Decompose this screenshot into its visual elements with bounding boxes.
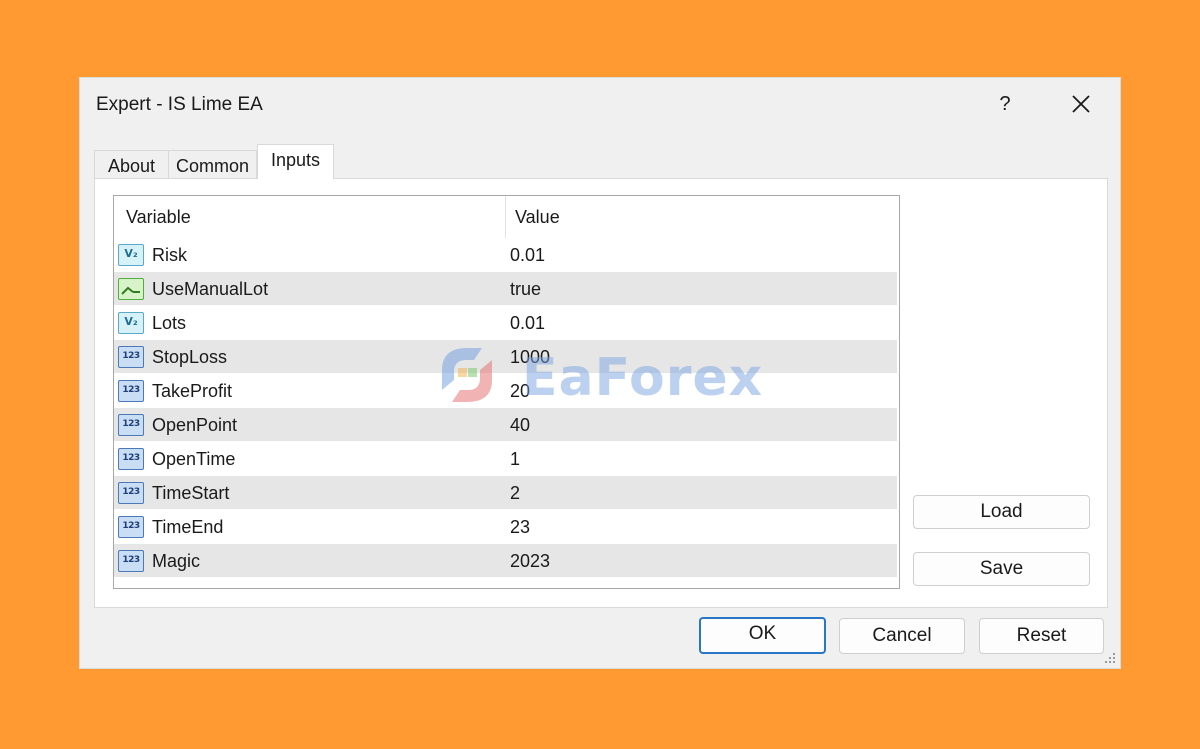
inputs-table[interactable]: Variable Value V₂ Risk 0.01 UseManualLot… [113,195,900,589]
int-type-icon: 123 [118,380,144,402]
tab-common[interactable]: Common [168,150,257,178]
int-type-icon: 123 [118,346,144,368]
int-type-icon: 123 [118,448,144,470]
variable-name: OpenPoint [152,415,238,435]
variable-name: TimeStart [152,483,230,503]
variable-name: UseManualLot [152,279,269,299]
table-row[interactable]: UseManualLot true [114,272,897,306]
int-type-icon: 123 [118,550,144,572]
table-row[interactable]: V₂ Lots 0.01 [114,306,897,340]
cancel-button[interactable]: Cancel [839,618,965,654]
tab-inputs[interactable]: Inputs [257,144,334,179]
table-row[interactable]: 123 TimeStart 2 [114,476,897,510]
column-header-value[interactable]: Value [515,196,560,238]
variable-value[interactable]: 2023 [510,544,550,578]
table-row[interactable]: 123 TimeEnd 23 [114,510,897,544]
variable-name: TakeProfit [152,381,233,401]
variable-name: Magic [152,551,201,571]
variable-value[interactable]: 0.01 [510,306,545,340]
variable-value[interactable]: 2 [510,476,520,510]
expert-dialog: Expert - IS Lime EA ? About Common Input… [79,77,1121,669]
bool-type-icon [118,278,144,300]
tab-about[interactable]: About [94,150,169,178]
variable-value[interactable]: 23 [510,510,530,544]
ok-button[interactable]: OK [699,617,826,654]
variable-value[interactable]: 1000 [510,340,550,374]
double-type-icon: V₂ [118,312,144,334]
variable-value[interactable]: true [510,272,541,306]
int-type-icon: 123 [118,516,144,538]
int-type-icon: 123 [118,482,144,504]
window-title: Expert - IS Lime EA [96,94,263,115]
double-type-icon: V₂ [118,244,144,266]
title-bar[interactable]: Expert - IS Lime EA ? [80,78,1120,130]
column-divider[interactable] [505,196,506,238]
variable-name: OpenTime [152,449,236,469]
variable-value[interactable]: 0.01 [510,238,545,272]
variable-name: Lots [152,313,187,333]
table-row[interactable]: 123 StopLoss 1000 [114,340,897,374]
variable-value[interactable]: 20 [510,374,530,408]
resize-grip-icon[interactable] [1104,652,1116,664]
close-icon [1072,95,1090,113]
save-button[interactable]: Save [913,552,1090,586]
variable-value[interactable]: 40 [510,408,530,442]
table-header: Variable Value [114,196,899,238]
reset-button[interactable]: Reset [979,618,1104,654]
table-row[interactable]: 123 TakeProfit 20 [114,374,897,408]
variable-name: Risk [152,245,187,265]
close-button[interactable] [1064,88,1098,120]
table-row[interactable]: 123 OpenTime 1 [114,442,897,476]
variable-name: StopLoss [152,347,228,367]
table-row[interactable]: V₂ Risk 0.01 [114,238,897,272]
int-type-icon: 123 [118,414,144,436]
column-header-variable[interactable]: Variable [126,196,191,238]
load-button[interactable]: Load [913,495,1090,529]
variable-name: TimeEnd [152,517,224,537]
table-row[interactable]: 123 OpenPoint 40 [114,408,897,442]
variable-value[interactable]: 1 [510,442,520,476]
table-row[interactable]: 123 Magic 2023 [114,544,897,578]
help-button[interactable]: ? [990,88,1020,120]
